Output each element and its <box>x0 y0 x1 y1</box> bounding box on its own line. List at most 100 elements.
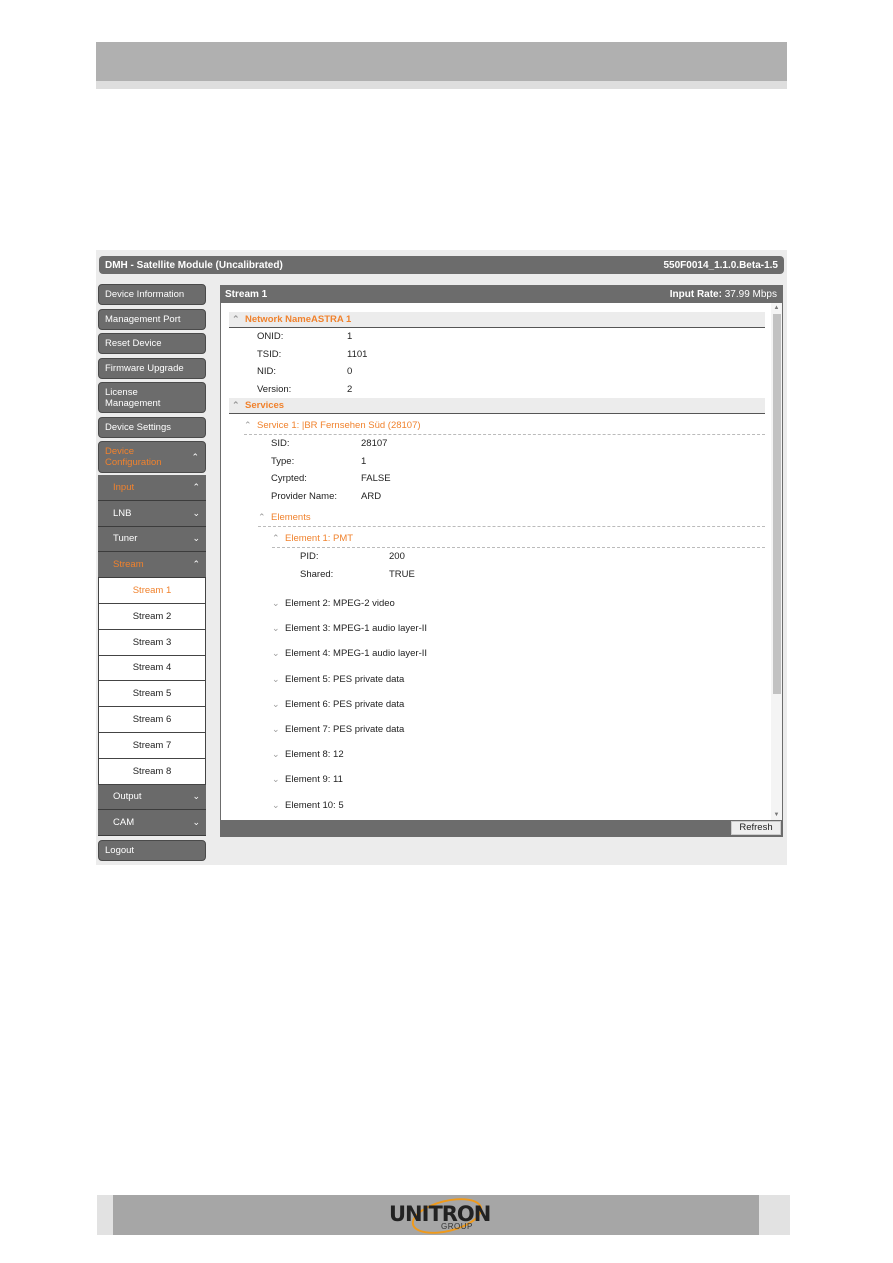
element-row[interactable]: ⌄ Element 3: MPEG-1 audio layer-II <box>272 616 765 641</box>
chevron-down-icon: ⌄ <box>272 724 280 735</box>
element-row[interactable]: ⌄ Element 5: PES private data <box>272 667 765 692</box>
nav-device-settings[interactable]: Device Settings <box>98 416 206 438</box>
network-section-header[interactable]: ⌃ Network NameASTRA 1 <box>229 312 765 328</box>
field-value: 1 <box>347 331 353 343</box>
element-label: Element 7: PES private data <box>285 724 405 736</box>
element-label: Element 5: PES private data <box>285 673 405 685</box>
field-value: 28107 <box>361 438 388 450</box>
stream-item-5[interactable]: Stream 5 <box>98 681 206 708</box>
element-label: Element 8: 12 <box>285 749 344 761</box>
element-row[interactable]: ⌄ Element 10: 5 <box>272 793 765 818</box>
caret-up-icon: ⌃ <box>244 420 252 430</box>
nav-management-port[interactable]: Management Port <box>98 308 206 330</box>
element-row[interactable]: ⌄ Element 7: PES private data <box>272 717 765 742</box>
stream-item-6[interactable]: Stream 6 <box>98 707 206 733</box>
field-key: Version: <box>257 383 292 395</box>
field-value: 0 <box>347 366 353 378</box>
field-key: NID: <box>257 366 276 378</box>
field-key: TSID: <box>257 348 282 360</box>
nav-device-configuration[interactable]: Device Configuration ⌃ <box>98 441 206 473</box>
chevron-down-icon: ⌄ <box>192 533 200 544</box>
field-key: Cyrpted: <box>271 473 307 485</box>
nav-label: Firmware Upgrade <box>105 362 184 374</box>
field-row: TSID: 1101 <box>229 346 765 364</box>
field-value: 200 <box>389 551 405 563</box>
services-section-header[interactable]: ⌃ Services <box>229 398 765 414</box>
caret-up-icon: ⌃ <box>258 512 266 522</box>
chevron-down-icon: ⌄ <box>272 799 280 810</box>
vertical-scrollbar[interactable]: ▲ ▼ <box>771 303 782 820</box>
element-label: Element 9: 11 <box>285 774 343 786</box>
logo-text: UNITRON <box>389 1202 491 1226</box>
field-key: Shared: <box>300 568 334 580</box>
submenu-input[interactable]: Input ⌃ <box>98 475 206 501</box>
chevron-down-icon: ⌄ <box>272 774 280 785</box>
submenu-cam[interactable]: CAM ⌄ <box>98 810 206 837</box>
field-value: 1 <box>361 455 367 467</box>
service-header[interactable]: ⌃ Service 1: |BR Fernsehen Süd (28107) <box>244 417 765 435</box>
chevron-up-icon: ⌃ <box>191 451 199 462</box>
submenu-label: Stream <box>113 559 144 571</box>
scrollbar-thumb[interactable] <box>773 314 781 694</box>
submenu-label: Input <box>113 481 135 493</box>
stream-item-2[interactable]: Stream 2 <box>98 603 206 630</box>
panel-header: Stream 1 Input Rate: 37.99 Mbps <box>221 286 782 303</box>
stream-item-1[interactable]: Stream 1 <box>98 578 206 604</box>
refresh-button[interactable]: Refresh <box>731 821 781 835</box>
element-label: Element 3: MPEG-1 audio layer-II <box>285 623 428 635</box>
submenu-label: LNB <box>113 507 132 519</box>
element-label: Element 2: MPEG-2 video <box>285 598 395 610</box>
element-row[interactable]: ⌄ Element 9: 11 <box>272 767 765 792</box>
element-row[interactable]: ⌄ Element 6: PES private data <box>272 692 765 717</box>
field-key: ONID: <box>257 331 284 343</box>
logout-button[interactable]: Logout <box>98 840 206 862</box>
chevron-down-icon: ⌄ <box>272 698 280 709</box>
input-rate-label: Input Rate: <box>669 289 722 300</box>
nav-label: Device Information <box>105 289 185 300</box>
chevron-down-icon: ⌄ <box>192 791 200 802</box>
submenu-output[interactable]: Output ⌄ <box>98 784 206 811</box>
caret-up-icon: ⌃ <box>232 314 240 324</box>
logo-subtext: GROUP <box>441 1222 473 1231</box>
page-header-strip <box>96 81 787 89</box>
nav-device-information[interactable]: Device Information <box>98 284 206 305</box>
element-label: Element 4: MPEG-1 audio layer-II <box>285 648 428 660</box>
element-row[interactable]: ⌄ Element 2: MPEG-2 video <box>272 591 765 616</box>
submenu-tuner[interactable]: Tuner ⌄ <box>98 526 206 553</box>
scroll-up-arrow-icon[interactable]: ▲ <box>771 303 782 313</box>
scroll-down-arrow-icon[interactable]: ▼ <box>771 810 782 820</box>
app-title: DMH - Satellite Module (Uncalibrated) <box>105 259 283 271</box>
field-row: SID: 28107 <box>229 435 765 453</box>
nav-firmware-upgrade[interactable]: Firmware Upgrade <box>98 357 206 379</box>
elements-header[interactable]: ⌃ Elements <box>258 509 765 527</box>
stream-item-4[interactable]: Stream 4 <box>98 655 206 682</box>
element-label: Element 6: PES private data <box>285 698 405 710</box>
field-key: SID: <box>271 438 290 450</box>
nav-label: Device Configuration <box>105 446 162 468</box>
caret-up-icon: ⌃ <box>232 400 240 410</box>
unitron-logo: UNITRON GROUP <box>385 1191 491 1241</box>
stream-item-8[interactable]: Stream 8 <box>98 758 206 785</box>
field-key: Type: <box>271 455 295 467</box>
nav-reset-device[interactable]: Reset Device <box>98 333 206 354</box>
field-row: Provider Name: ARD <box>229 488 765 506</box>
chevron-down-icon: ⌄ <box>272 648 280 659</box>
submenu-stream[interactable]: Stream ⌃ <box>98 552 206 579</box>
field-key: PID: <box>300 551 319 563</box>
field-value: FALSE <box>361 473 391 485</box>
sidebar: Device Information Management Port Reset… <box>98 284 206 865</box>
submenu-lnb[interactable]: LNB ⌄ <box>98 500 206 527</box>
chevron-down-icon: ⌄ <box>192 817 200 828</box>
element-row[interactable]: ⌄ Element 8: 12 <box>272 742 765 767</box>
nav-license-management[interactable]: License Management <box>98 382 206 413</box>
chevron-down-icon: ⌄ <box>272 673 280 684</box>
stream-item-7[interactable]: Stream 7 <box>98 732 206 759</box>
stream-item-3[interactable]: Stream 3 <box>98 629 206 656</box>
chevron-down-icon: ⌄ <box>272 623 280 634</box>
submenu-label: Output <box>113 791 142 803</box>
chevron-up-icon: ⌃ <box>192 559 200 570</box>
element-row[interactable]: ⌄ Element 4: MPEG-1 audio layer-II <box>272 641 765 666</box>
stream-tree: ⌃ Network NameASTRA 1 ONID: 1 TSID: 1101 NI… <box>229 312 765 818</box>
chevron-down-icon: ⌄ <box>272 749 280 760</box>
element-1-header[interactable]: ⌃ Element 1: PMT <box>272 530 765 548</box>
